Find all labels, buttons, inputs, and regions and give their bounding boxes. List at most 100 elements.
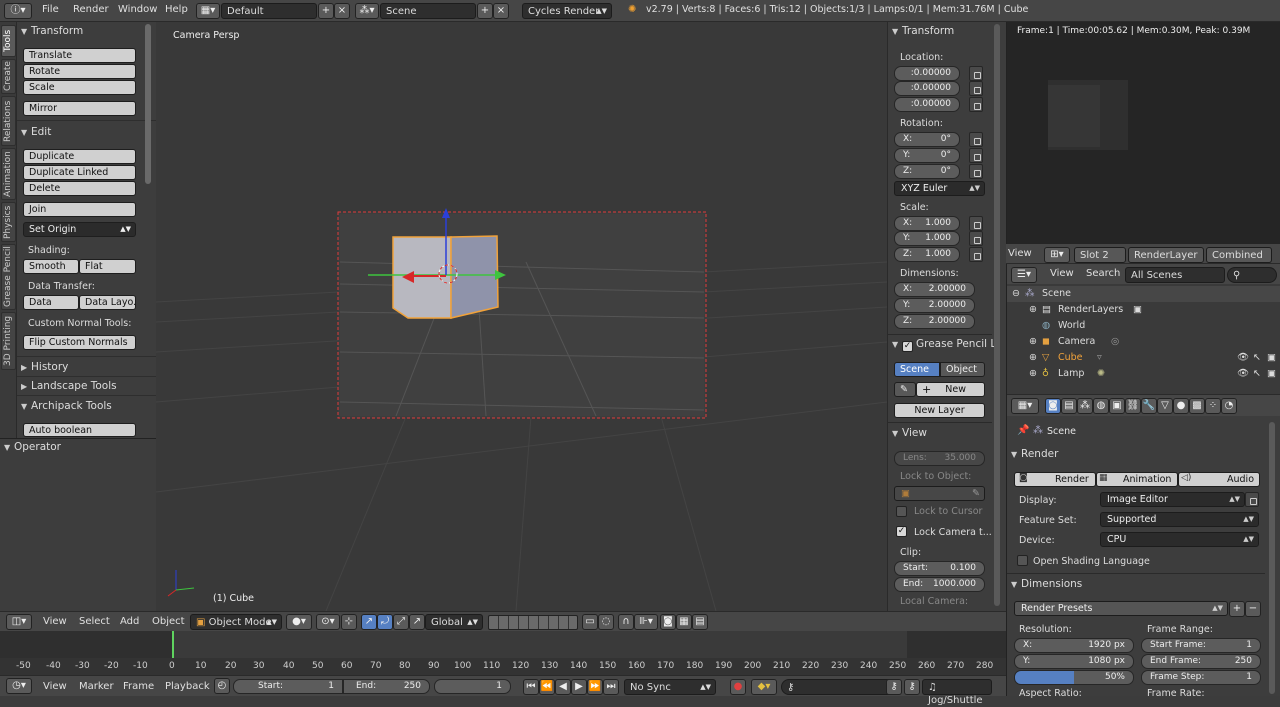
render-visibility-icon[interactable]: ▣ bbox=[1267, 366, 1276, 382]
tab-animation[interactable]: Animation bbox=[1, 148, 16, 200]
expand-icon[interactable]: ⊕ bbox=[1029, 302, 1037, 318]
eye-icon[interactable]: 👁 bbox=[1237, 350, 1249, 366]
lock-camera-checkbox[interactable]: ✓ bbox=[896, 526, 907, 537]
tool-shelf-scrollbar[interactable] bbox=[145, 24, 151, 184]
start-frame-field[interactable]: Start Frame: 1 bbox=[1141, 638, 1261, 653]
tab-physics[interactable]: Physics bbox=[1, 202, 16, 242]
lens-field[interactable]: Lens: 35.000 bbox=[894, 451, 985, 466]
outliner-search-menu[interactable]: Search bbox=[1086, 268, 1120, 279]
timeline-frame-menu[interactable]: Frame bbox=[123, 681, 154, 692]
outliner-item-camera[interactable]: ⊕ ◼ Camera ◎ bbox=[1007, 334, 1280, 350]
resolution-percentage-slider[interactable]: 50% bbox=[1014, 670, 1134, 685]
current-frame-field[interactable]: 1 bbox=[434, 679, 511, 694]
translate-button[interactable]: Translate bbox=[23, 48, 136, 63]
particles-tab-icon[interactable]: ⁘ bbox=[1205, 398, 1221, 414]
remove-scene-icon[interactable]: × bbox=[493, 3, 509, 19]
rotate-button[interactable]: Rotate bbox=[23, 64, 136, 79]
data-button[interactable]: Data bbox=[23, 295, 79, 310]
gp-object-toggle[interactable]: Object bbox=[940, 362, 985, 377]
eye-icon[interactable]: 👁 bbox=[1237, 366, 1249, 382]
scale-button[interactable]: Scale bbox=[23, 80, 136, 95]
snap-element-icon[interactable]: ⊪▾ bbox=[634, 614, 658, 630]
n-transform-panel-header[interactable]: ▼ Transform bbox=[892, 23, 954, 39]
gp-new-button[interactable]: + New bbox=[916, 382, 985, 397]
tab-grease-pencil[interactable]: Grease Pencil bbox=[1, 244, 16, 310]
render-tab-icon[interactable]: ◙ bbox=[1045, 398, 1061, 414]
record-icon[interactable]: ● bbox=[730, 679, 746, 695]
modifiers-tab-icon[interactable]: 🔧 bbox=[1141, 398, 1157, 414]
display-select[interactable]: Image Editor ▲▼ bbox=[1100, 492, 1245, 507]
scale-y-field[interactable]: Y: 1.000 bbox=[894, 231, 960, 246]
location-x-field[interactable]: :0.00000 bbox=[894, 66, 960, 81]
preview-range-icon[interactable]: ◴ bbox=[214, 678, 230, 694]
outliner-display-select[interactable]: All Scenes bbox=[1125, 267, 1225, 283]
dimension-y-field[interactable]: Y: 2.00000 bbox=[894, 298, 975, 313]
select-menu[interactable]: Select bbox=[79, 616, 110, 627]
render-layers-tab-icon[interactable]: ▤ bbox=[1061, 398, 1077, 414]
constraints-tab-icon[interactable]: ⛓ bbox=[1125, 398, 1141, 414]
tab-create[interactable]: Create bbox=[1, 59, 16, 94]
tab-relations[interactable]: Relations bbox=[1, 96, 16, 146]
outliner-item-world[interactable]: ◍ World bbox=[1007, 318, 1280, 334]
interaction-mode-select[interactable]: ▣ Object Mode ▲▼ bbox=[190, 614, 282, 630]
lock-to-cursor-checkbox[interactable] bbox=[896, 506, 907, 517]
menu-help[interactable]: Help bbox=[165, 4, 188, 15]
duplicate-linked-button[interactable]: Duplicate Linked bbox=[23, 165, 136, 180]
frame-step-field[interactable]: Frame Step: 1 bbox=[1141, 670, 1261, 685]
render-engine-select[interactable]: Cycles Render ▲▼ bbox=[522, 3, 612, 19]
properties-editor-icon[interactable]: ▦▾ bbox=[1011, 398, 1039, 414]
render-presets-select[interactable]: Render Presets ▲▼ bbox=[1014, 601, 1228, 616]
gp-pencil-icon[interactable]: ✎ bbox=[894, 382, 916, 397]
flip-custom-normals-button[interactable]: Flip Custom Normals bbox=[23, 335, 136, 350]
play-reverse-icon[interactable]: ◀ bbox=[555, 679, 571, 695]
edit-panel-header[interactable]: ▼ Edit bbox=[21, 124, 51, 140]
lock-icon[interactable] bbox=[969, 66, 983, 81]
texture-tab-icon[interactable]: ▩ bbox=[1189, 398, 1205, 414]
dimension-x-field[interactable]: X: 2.00000 bbox=[894, 282, 975, 297]
timeline-start-field[interactable]: Start: 1 bbox=[233, 679, 343, 694]
gp-new-layer-button[interactable]: New Layer bbox=[894, 403, 985, 418]
view-menu[interactable]: View bbox=[43, 616, 67, 627]
outliner-item-lamp[interactable]: ⊕ ♁ Lamp ✺ 👁 ↖ ▣ bbox=[1007, 366, 1280, 382]
lock-layers-icon[interactable]: ▭ bbox=[582, 614, 598, 630]
render-opengl-anim-icon[interactable]: ▤ bbox=[692, 614, 708, 630]
flat-button[interactable]: Flat bbox=[79, 259, 136, 274]
object-menu[interactable]: Object bbox=[152, 616, 185, 627]
play-icon[interactable]: ▶ bbox=[571, 679, 587, 695]
menu-file[interactable]: File bbox=[42, 4, 59, 15]
history-panel-header[interactable]: ▶ History bbox=[21, 359, 68, 375]
device-select[interactable]: CPU ▲▼ bbox=[1100, 532, 1259, 547]
n-panel-scrollbar[interactable] bbox=[994, 24, 1000, 606]
jump-start-icon[interactable]: ⏮ bbox=[523, 679, 539, 695]
resolution-y-field[interactable]: Y: 1080 px bbox=[1014, 654, 1134, 669]
lock-icon[interactable] bbox=[969, 97, 983, 112]
cursor-select-icon[interactable]: ↖ bbox=[1253, 366, 1261, 382]
set-origin-select[interactable]: Set Origin ▲▼ bbox=[23, 222, 136, 237]
smooth-button[interactable]: Smooth bbox=[23, 259, 79, 274]
location-z-field[interactable]: :0.00000 bbox=[894, 97, 960, 112]
outliner-item-renderlayers[interactable]: ⊕ ▤ RenderLayers ▣ bbox=[1007, 302, 1280, 318]
manipulator-toggle-icon[interactable]: ⊹ bbox=[341, 614, 357, 630]
render-animation-icon[interactable]: ▦ bbox=[676, 614, 692, 630]
clip-start-field[interactable]: Start: 0.100 bbox=[894, 561, 985, 576]
insert-keyframe-icon[interactable]: ⚷ bbox=[886, 679, 902, 695]
add-menu[interactable]: Add bbox=[120, 616, 139, 627]
menu-render[interactable]: Render bbox=[73, 4, 109, 15]
archipack-tools-header[interactable]: ▼ Archipack Tools bbox=[21, 398, 112, 414]
scale-x-field[interactable]: X: 1.000 bbox=[894, 216, 960, 231]
join-button[interactable]: Join bbox=[23, 202, 136, 217]
image-view-menu[interactable]: View bbox=[1008, 248, 1032, 259]
render-layer-select[interactable]: RenderLayer bbox=[1128, 247, 1204, 263]
scene-select[interactable]: Scene bbox=[380, 3, 476, 19]
render-panel-header[interactable]: ▼ Render bbox=[1011, 446, 1058, 462]
transform-panel-header[interactable]: ▼ Transform bbox=[21, 23, 83, 39]
render-pass-select[interactable]: Combined bbox=[1206, 247, 1272, 263]
world-tab-icon[interactable]: ◍ bbox=[1093, 398, 1109, 414]
lock-object-field[interactable]: ▣ ✎ bbox=[894, 486, 985, 501]
scene-icon[interactable]: ⁂▾ bbox=[355, 3, 379, 19]
menu-window[interactable]: Window bbox=[118, 4, 157, 15]
physics-tab-icon[interactable]: ◔ bbox=[1221, 398, 1237, 414]
scale-manipulator-icon[interactable]: ⤢ bbox=[393, 614, 409, 630]
3d-viewport[interactable]: Camera Persp (1) Cube bbox=[156, 22, 887, 611]
translate-manipulator-icon[interactable]: ↗ bbox=[361, 614, 377, 630]
